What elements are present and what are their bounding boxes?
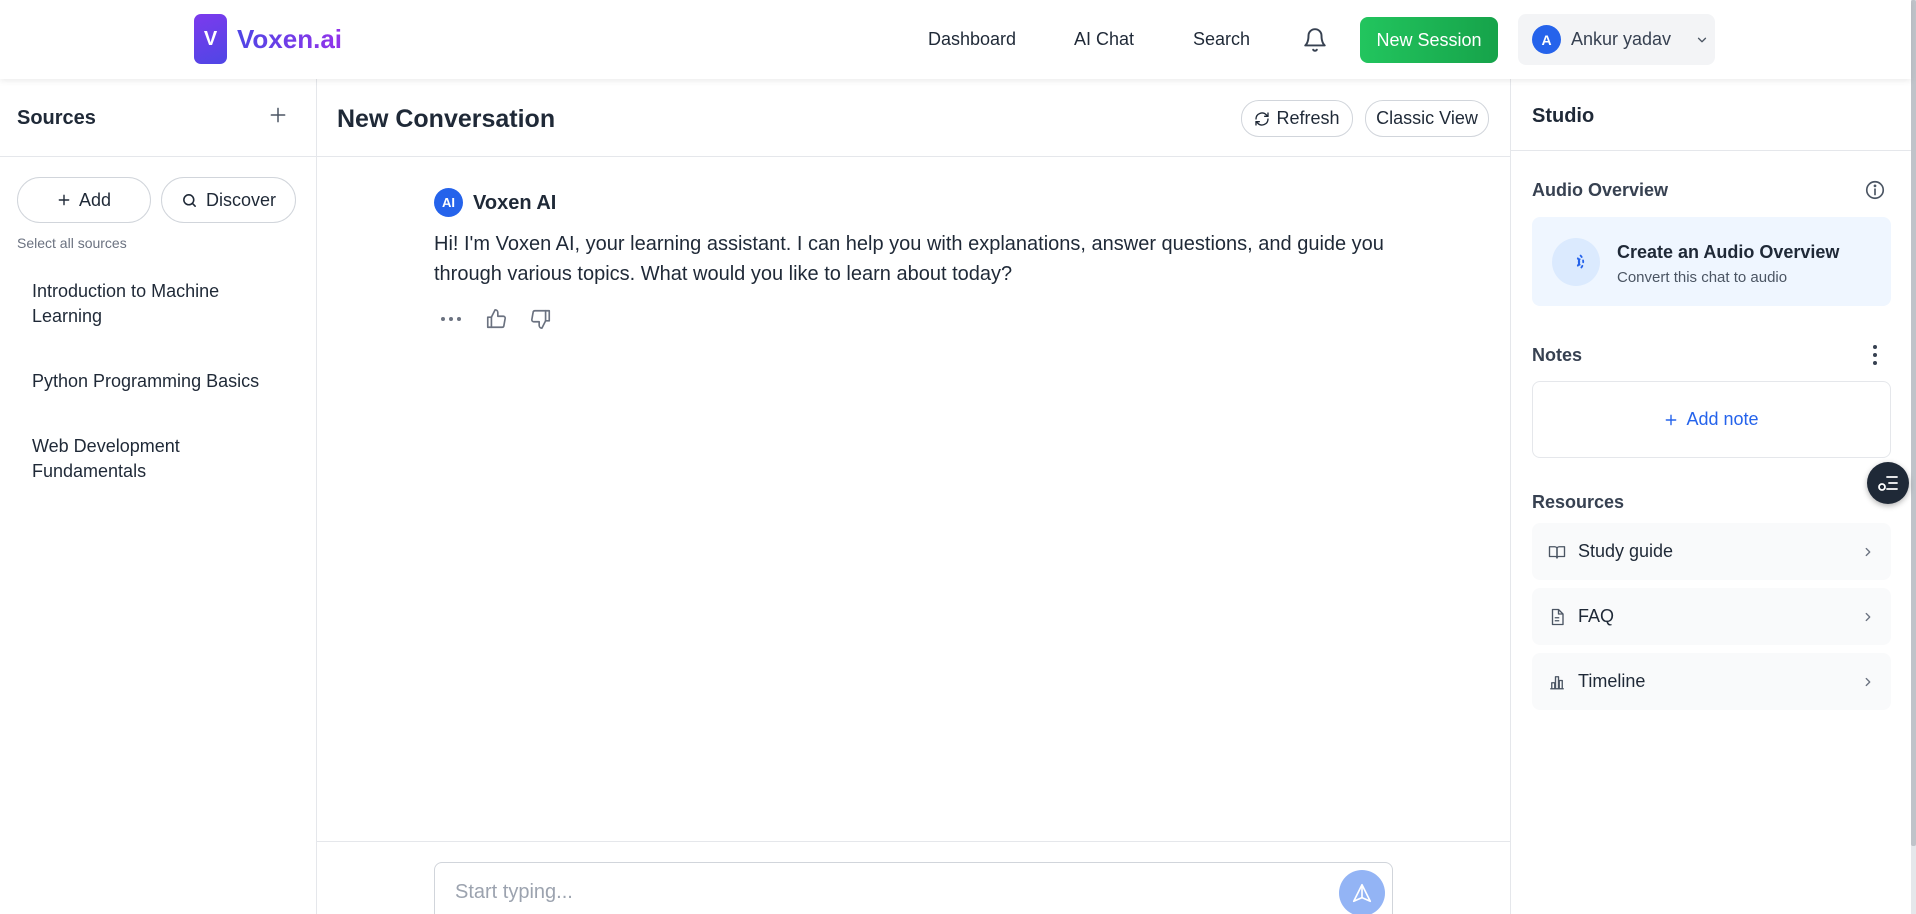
chevron-right-icon [1865, 547, 1871, 556]
add-note-label: Add note [1686, 409, 1759, 429]
logo-icon[interactable]: V [194, 14, 227, 64]
thumbs-down-icon [531, 309, 551, 329]
source-item-machine-learning[interactable]: Introduction to Machine Learning [32, 279, 282, 329]
create-audio-overview-card[interactable]: Create an Audio Overview Convert this ch… [1532, 217, 1891, 306]
new-session-button[interactable]: New Session [1360, 17, 1498, 63]
thumbs-up-button[interactable] [483, 306, 509, 332]
refresh-label: Refresh [1276, 108, 1340, 128]
sources-panel: Sources Add Discover Select all sources … [0, 79, 317, 914]
user-name: Ankur yadav [1571, 29, 1672, 49]
scrollbar-thumb[interactable] [1911, 0, 1916, 846]
plus-icon [1666, 414, 1677, 425]
chevron-right-icon [1865, 677, 1871, 686]
select-all-sources[interactable]: Select all sources [17, 235, 127, 251]
composer-divider [317, 841, 1510, 842]
discover-button[interactable]: Discover [161, 177, 296, 223]
avatar: A [1532, 25, 1561, 54]
nav-ai-chat[interactable]: AI Chat [1074, 29, 1134, 50]
send-icon [1352, 883, 1372, 903]
add-note-button[interactable]: Add note [1532, 381, 1891, 458]
page-title: New Conversation [337, 105, 556, 133]
assistant-message: Hi! I'm Voxen AI, your learning assistan… [434, 233, 1384, 285]
chevron-down-icon [1697, 37, 1707, 42]
thumbs-down-button[interactable] [528, 306, 554, 332]
brand-name[interactable]: Voxen.ai [237, 24, 342, 55]
audio-card-title: Create an Audio Overview [1617, 242, 1840, 262]
nav-dashboard[interactable]: Dashboard [928, 29, 1016, 50]
discover-label: Discover [205, 189, 276, 210]
message-input[interactable] [455, 877, 1305, 907]
chevron-right-icon [1865, 612, 1871, 621]
chat-header: New Conversation Refresh Classic View [317, 79, 1510, 157]
book-icon [1548, 545, 1566, 559]
resource-study-guide[interactable]: Study guide [1532, 523, 1891, 580]
nav-search[interactable]: Search [1193, 29, 1250, 50]
audio-card-subtitle: Convert this chat to audio [1617, 269, 1788, 286]
list-settings-icon [1878, 476, 1898, 491]
thumbs-up-icon [486, 309, 506, 329]
sources-title: Sources [17, 107, 96, 129]
send-button[interactable] [1339, 870, 1385, 914]
info-icon[interactable] [1864, 179, 1886, 201]
search-icon [183, 193, 196, 207]
add-source-button[interactable]: Add [17, 177, 151, 223]
assistant-avatar: AI [434, 188, 463, 217]
notes-title: Notes [1532, 345, 1583, 365]
message-composer [434, 862, 1393, 914]
resource-timeline[interactable]: Timeline [1532, 653, 1891, 710]
refresh-button[interactable]: Refresh [1241, 100, 1353, 137]
resource-label: FAQ [1578, 606, 1615, 626]
bar-chart-icon [1550, 675, 1564, 689]
assistant-name: Voxen AI [473, 192, 557, 214]
floating-notes-button[interactable] [1867, 462, 1909, 504]
plus-icon [58, 194, 70, 206]
user-menu[interactable]: A Ankur yadav [1518, 14, 1715, 65]
more-actions-button[interactable] [438, 306, 464, 332]
more-vertical-icon[interactable] [1871, 343, 1879, 367]
top-header: V Voxen.ai Dashboard AI Chat Search New … [0, 0, 1911, 79]
audio-wave-icon [1552, 238, 1600, 286]
add-source-label: Add [78, 189, 112, 210]
document-icon [1551, 608, 1564, 625]
bell-icon[interactable] [1302, 26, 1328, 54]
resource-faq[interactable]: FAQ [1532, 588, 1891, 645]
refresh-icon [1255, 111, 1270, 126]
resource-label: Study guide [1578, 541, 1674, 561]
source-item-web-development[interactable]: Web Development Fundamentals [32, 434, 282, 484]
resources-title: Resources [1532, 492, 1625, 512]
chat-panel: New Conversation Refresh Classic View AI… [317, 79, 1510, 914]
source-item-python-basics[interactable]: Python Programming Basics [32, 369, 282, 394]
sources-header: Sources [0, 79, 316, 157]
studio-divider [1511, 150, 1912, 151]
ellipsis-icon [441, 317, 461, 321]
audio-overview-title: Audio Overview [1532, 180, 1669, 200]
studio-title: Studio [1532, 105, 1595, 127]
resource-label: Timeline [1578, 671, 1646, 691]
plus-icon[interactable] [268, 105, 288, 125]
classic-view-button[interactable]: Classic View [1365, 100, 1489, 137]
studio-panel: Studio Audio Overview Create an Audio Ov… [1510, 79, 1912, 914]
